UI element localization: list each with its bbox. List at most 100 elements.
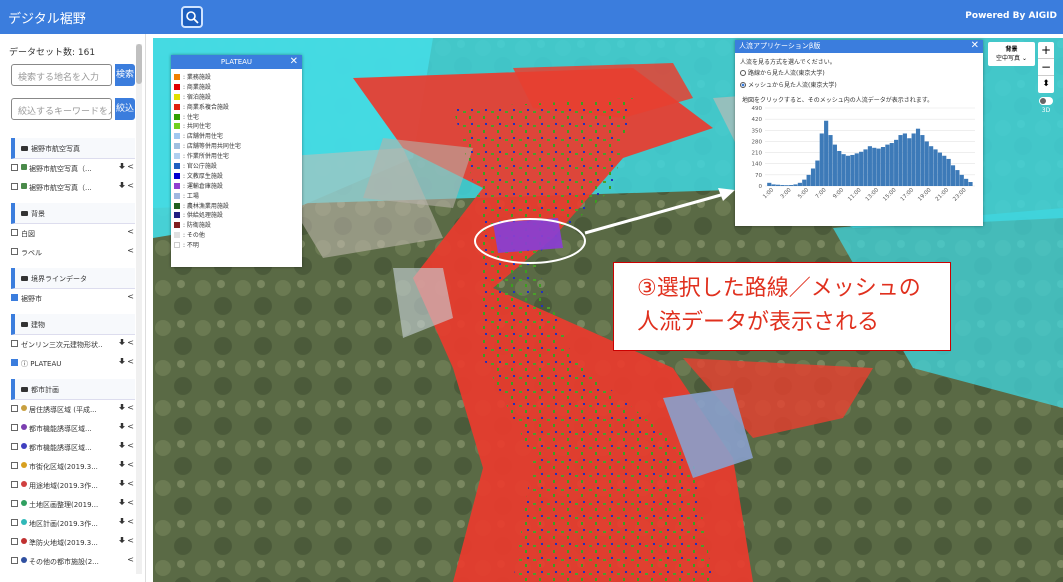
layer-item-label: 裾野市航空写真（... (29, 184, 92, 192)
layer-item[interactable]: ゼンリン三次元建物形状... < (11, 335, 135, 354)
place-search-input[interactable]: 検索する地名を入力 (11, 64, 112, 86)
layer-item[interactable]: 居住誘導区域 (平成... < (11, 400, 135, 419)
legend-close-icon[interactable]: ✕ (290, 55, 298, 69)
share-icon[interactable]: < (127, 292, 134, 301)
background-select[interactable]: 背景 空中写真 ⌄ (988, 42, 1035, 66)
layer-item[interactable]: 都市機能誘導区域... < (11, 419, 135, 438)
flow-option-route[interactable]: 路線から見た人流(東京大学) (735, 68, 983, 79)
share-icon[interactable]: < (127, 517, 134, 526)
chart-bar (802, 179, 807, 186)
share-icon[interactable]: < (127, 479, 134, 488)
download-icon[interactable] (119, 518, 125, 524)
layer-checkbox[interactable] (11, 443, 18, 450)
flow-option-mesh[interactable]: メッシュから見た人流(東京大学) (735, 79, 983, 91)
share-icon[interactable]: < (127, 536, 134, 545)
download-icon[interactable] (119, 442, 125, 448)
layer-checkbox[interactable] (11, 557, 18, 564)
layer-checkbox[interactable] (11, 294, 18, 301)
layer-item[interactable]: 裾野市航空写真（... < (11, 159, 135, 178)
layer-checkbox[interactable] (11, 462, 18, 469)
layer-checkbox[interactable] (11, 359, 18, 366)
share-icon[interactable]: < (127, 227, 134, 236)
share-icon[interactable]: < (127, 498, 134, 507)
layer-item[interactable]: 裾野市航空写真（... < (11, 178, 135, 197)
download-icon[interactable] (119, 480, 125, 486)
chart-bar (946, 158, 951, 186)
layer-checkbox[interactable] (11, 229, 18, 236)
layer-checkbox[interactable] (11, 481, 18, 488)
share-icon[interactable]: < (127, 441, 134, 450)
layer-item[interactable]: その他の都市施設(2... < (11, 552, 135, 571)
legend-item: : 文教厚生施設 (171, 171, 302, 181)
layer-checkbox[interactable] (11, 340, 18, 347)
share-icon[interactable]: < (127, 460, 134, 469)
chart-bar (968, 182, 973, 186)
layer-checkbox[interactable] (11, 519, 18, 526)
download-icon[interactable] (119, 404, 125, 410)
layer-item[interactable]: 準防火地域(2019.3... < (11, 533, 135, 552)
layer-item[interactable]: 市街化区域(2019.3... < (11, 457, 135, 476)
layer-item[interactable]: ラベル < (11, 243, 135, 262)
layer-item[interactable]: 白図 < (11, 224, 135, 243)
zoom-out-button[interactable]: − (1038, 59, 1054, 76)
download-icon[interactable] (119, 537, 125, 543)
toggle-3d[interactable]: 3D (1038, 97, 1054, 114)
download-icon[interactable] (119, 339, 125, 345)
mesh-radio[interactable] (740, 82, 746, 88)
layer-checkbox[interactable] (11, 500, 18, 507)
layer-checkbox[interactable] (11, 248, 18, 255)
share-icon[interactable]: < (127, 357, 134, 366)
layer-item[interactable]: ⓘ PLATEAU < (11, 354, 135, 373)
layer-checkbox[interactable] (11, 405, 18, 412)
flow-panel-close-icon[interactable]: ✕ (971, 39, 979, 52)
share-icon[interactable]: < (127, 555, 134, 564)
share-icon[interactable]: < (127, 338, 134, 347)
y-tick-label: 70 (755, 173, 762, 179)
share-icon[interactable]: < (127, 403, 134, 412)
layer-item[interactable]: 用途地域(2019.3作... < (11, 476, 135, 495)
y-tick-label: 490 (752, 106, 763, 112)
layer-item[interactable]: 地区計画(2019.3作... < (11, 514, 135, 533)
compass-icon[interactable]: ⬍ (1038, 76, 1054, 93)
share-icon[interactable]: < (127, 422, 134, 431)
download-icon[interactable] (119, 499, 125, 505)
chart-bar (885, 144, 890, 186)
legend-label: : 工場 (183, 192, 199, 200)
share-icon[interactable]: < (127, 246, 134, 255)
place-search-button[interactable]: 検索 (115, 64, 135, 86)
download-icon[interactable] (119, 461, 125, 467)
toggle-3d-switch[interactable] (1039, 97, 1053, 105)
download-icon[interactable] (119, 182, 125, 188)
sidebar-scrollbar[interactable] (136, 44, 142, 574)
layer-group-header[interactable]: 背景 (11, 203, 135, 224)
legend-swatch (174, 222, 180, 229)
layer-checkbox[interactable] (11, 424, 18, 431)
layer-checkbox[interactable] (11, 538, 18, 545)
layer-item[interactable]: 土地区画整理(2019... < (11, 495, 135, 514)
zoom-in-button[interactable]: + (1038, 42, 1054, 59)
app-logo-icon[interactable] (181, 6, 203, 28)
route-radio[interactable] (740, 70, 746, 76)
chart-bar (920, 135, 925, 186)
chart-bar (955, 170, 960, 186)
layer-color-dot (21, 462, 27, 468)
layer-checkbox[interactable] (11, 183, 18, 190)
download-icon[interactable] (119, 163, 125, 169)
keyword-filter-input[interactable]: 絞込するキーワードを入力 (11, 98, 112, 120)
keyword-filter-button[interactable]: 絞込 (115, 98, 135, 120)
layer-group-header[interactable]: 都市計画 (11, 379, 135, 400)
download-icon[interactable] (119, 358, 125, 364)
chart-bar (880, 147, 886, 186)
share-icon[interactable]: < (127, 181, 134, 190)
layer-item[interactable]: 裾野市 < (11, 289, 135, 308)
layer-group-header[interactable]: 境界ラインデータ (11, 268, 135, 289)
download-icon[interactable] (119, 423, 125, 429)
layer-checkbox[interactable] (11, 164, 18, 171)
top-bar: デジタル裾野 Powered By AIGID (0, 0, 1063, 34)
layer-group-header[interactable]: 裾野市航空写真 (11, 138, 135, 159)
app-title[interactable]: デジタル裾野 (8, 8, 86, 27)
share-icon[interactable]: < (127, 162, 134, 171)
layer-item[interactable]: 都市機能誘導区域... < (11, 438, 135, 457)
scroll-thumb[interactable] (136, 44, 142, 84)
layer-group-header[interactable]: 建物 (11, 314, 135, 335)
